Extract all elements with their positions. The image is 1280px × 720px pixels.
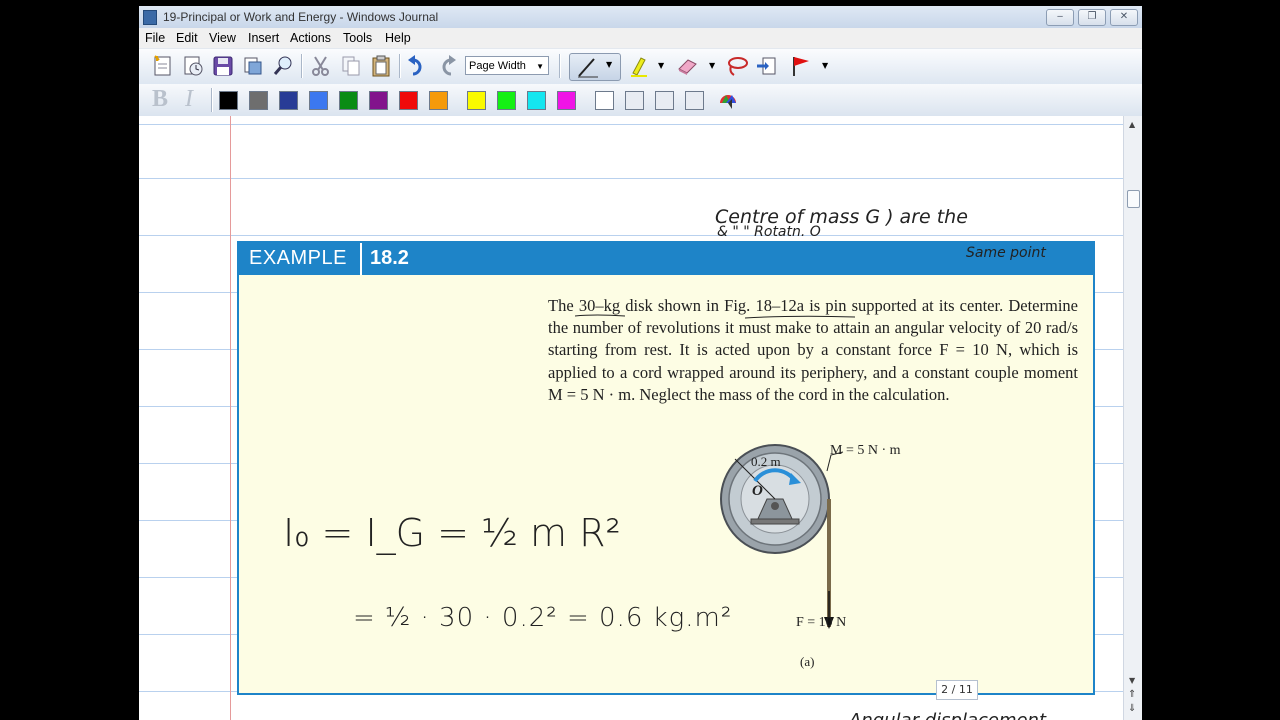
menu-tools[interactable]: Tools	[343, 31, 372, 45]
menu-view[interactable]: View	[209, 31, 236, 45]
cut-icon[interactable]	[309, 54, 333, 78]
ink-equation-value: = ½ · 30 · 0.2² = 0.6 kg.m²	[353, 603, 733, 633]
menu-file[interactable]: File	[145, 31, 165, 45]
close-button[interactable]: ✕	[1110, 9, 1138, 26]
italic-button[interactable]: I	[185, 86, 193, 113]
ink-underline	[575, 314, 856, 319]
bold-button[interactable]: B	[152, 86, 168, 113]
example-number: 18.2	[370, 247, 409, 269]
eraser-icon[interactable]	[675, 54, 699, 78]
color-swatch[interactable]	[625, 91, 644, 110]
header-divider	[360, 243, 362, 275]
moment-label: M = 5 N · m	[830, 443, 901, 458]
rule-line	[139, 124, 1123, 125]
color-swatch[interactable]	[249, 91, 268, 110]
rule-line	[139, 235, 1123, 236]
disk-figure	[720, 444, 844, 629]
color-wheel-icon[interactable]	[716, 89, 740, 113]
undo-icon[interactable]	[405, 54, 429, 78]
scroll-down-icon[interactable]: ▼	[1129, 676, 1135, 685]
color-swatch[interactable]	[557, 91, 576, 110]
open-note-icon[interactable]	[181, 54, 205, 78]
page-indicator: 2 / 11	[936, 680, 978, 700]
force-label: F = 10 N	[796, 615, 847, 630]
save-icon[interactable]	[211, 54, 235, 78]
color-swatch[interactable]	[279, 91, 298, 110]
color-swatch[interactable]	[339, 91, 358, 110]
find-icon[interactable]	[271, 54, 295, 78]
ink-equation-inertia: I₀ = I_G = ½ m R²	[283, 511, 621, 555]
color-swatch[interactable]	[595, 91, 614, 110]
paste-icon[interactable]	[369, 54, 393, 78]
toolbar-separator	[559, 54, 561, 78]
color-swatch[interactable]	[399, 91, 418, 110]
menu-insert[interactable]: Insert	[248, 31, 279, 45]
next-page-icon[interactable]: ⇓	[1128, 703, 1136, 714]
highlighter-icon[interactable]	[627, 54, 651, 78]
color-swatch[interactable]	[429, 91, 448, 110]
minimize-button[interactable]: ‒	[1046, 9, 1074, 26]
toolbar-separator	[211, 88, 213, 112]
radius-label: 0.2 m	[751, 454, 781, 469]
title-bar: 19-Principal or Work and Energy - Window…	[139, 6, 1142, 29]
restore-button[interactable]: ❐	[1078, 9, 1106, 26]
color-swatch[interactable]	[497, 91, 516, 110]
pen-icon	[578, 58, 598, 78]
format-toolbar: B I	[139, 84, 1142, 117]
print-icon[interactable]	[241, 54, 265, 78]
zoom-value: Page Width	[469, 60, 526, 72]
color-swatch[interactable]	[309, 91, 328, 110]
flag-icon[interactable]	[789, 54, 813, 78]
lasso-select-icon[interactable]	[725, 54, 749, 78]
scroll-thumb[interactable]	[1127, 190, 1140, 208]
color-swatch[interactable]	[685, 91, 704, 110]
chevron-down-icon[interactable]: ▼	[709, 61, 715, 70]
new-note-icon[interactable]	[151, 54, 175, 78]
color-swatch[interactable]	[527, 91, 546, 110]
standard-toolbar: Page Width ▼ ▼ ▼ ▼ ▼	[139, 48, 1142, 86]
toolbar-separator	[399, 54, 401, 78]
vertical-scrollbar[interactable]: ▲ ▼ ⇑ ⇓	[1123, 116, 1142, 720]
ink-note-angular-displacement: Angular displacement	[849, 710, 1046, 720]
toolbar-separator	[301, 54, 303, 78]
copy-icon[interactable]	[339, 54, 363, 78]
zoom-dropdown[interactable]: Page Width ▼	[465, 56, 549, 75]
color-swatch[interactable]	[369, 91, 388, 110]
menu-actions[interactable]: Actions	[290, 31, 331, 45]
example-box: EXAMPLE 18.2 The 30–kg disk shown in Fig…	[237, 241, 1095, 695]
chevron-down-icon[interactable]: ▼	[658, 61, 664, 70]
insert-space-icon[interactable]	[755, 54, 779, 78]
color-swatch[interactable]	[219, 91, 238, 110]
margin-line	[230, 116, 231, 720]
color-swatch[interactable]	[467, 91, 486, 110]
chevron-down-icon: ▼	[536, 62, 544, 71]
previous-page-icon[interactable]: ⇑	[1128, 689, 1136, 700]
redo-icon[interactable]	[435, 54, 459, 78]
pen-tool-button[interactable]: ▼	[569, 53, 621, 81]
journal-app-icon	[143, 10, 157, 25]
menu-help[interactable]: Help	[385, 31, 411, 45]
chevron-down-icon: ▼	[606, 60, 613, 69]
menu-bar: File Edit View Insert Actions Tools Help	[139, 28, 1142, 48]
window-title: 19-Principal or Work and Energy - Window…	[163, 10, 439, 24]
figure-caption: (a)	[800, 654, 815, 669]
note-canvas[interactable]: EXAMPLE 18.2 The 30–kg disk shown in Fig…	[139, 116, 1123, 720]
scroll-up-icon[interactable]: ▲	[1129, 120, 1135, 129]
rule-line	[139, 178, 1123, 179]
chevron-down-icon[interactable]: ▼	[822, 61, 828, 70]
example-label: EXAMPLE	[249, 247, 347, 269]
journal-window: 19-Principal or Work and Energy - Window…	[139, 6, 1142, 720]
center-label: O	[752, 483, 763, 499]
color-swatch[interactable]	[655, 91, 674, 110]
menu-edit[interactable]: Edit	[176, 31, 198, 45]
ink-note-same-point: Same point	[966, 245, 1046, 261]
ink-note-rotation: & " " Rotatn. O	[717, 224, 821, 240]
